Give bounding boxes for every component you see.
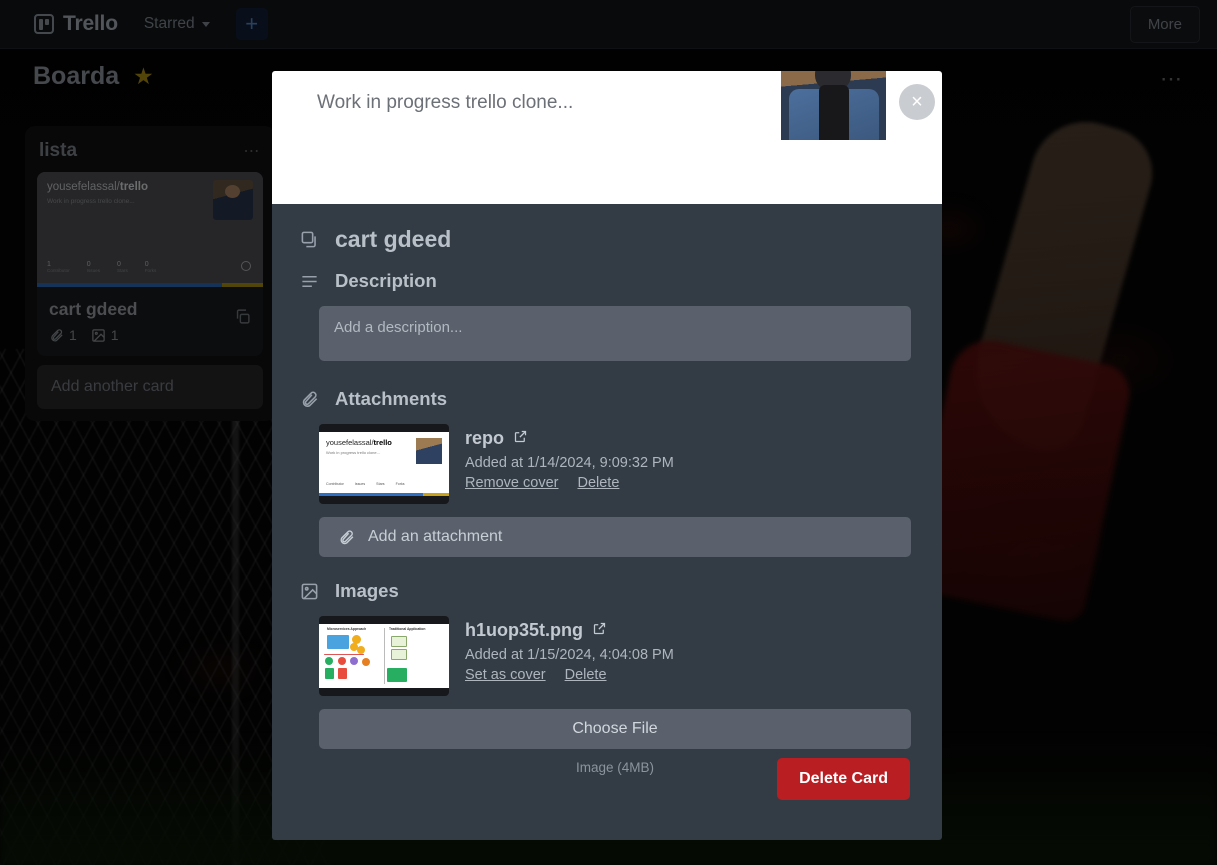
image-row: Microservices Approach Traditional Appli… (319, 616, 915, 696)
attachment-name: repo (465, 428, 505, 448)
photo-shirt (819, 85, 849, 140)
attachment-meta: repo Added at 1/14/2024, 9:09:32 PM Remo… (465, 424, 674, 504)
attachment-name-row: repo (465, 428, 674, 449)
add-attachment-label: Add an attachment (368, 528, 503, 545)
diagram-node (338, 657, 346, 665)
description-icon (299, 272, 319, 291)
mini-github-card: yousefelassal/trello Work in progress tr… (319, 432, 449, 496)
images-heading: Images (299, 580, 915, 602)
description-heading: Description (299, 270, 915, 292)
attachment-row: yousefelassal/trello Work in progress tr… (319, 424, 915, 504)
image-name-row: h1uop35t.png (465, 620, 674, 641)
add-attachment-button[interactable]: Add an attachment (319, 517, 911, 557)
remove-cover-link[interactable]: Remove cover (465, 475, 558, 491)
diagram-connector (324, 654, 364, 655)
mini-language-bar (319, 493, 449, 496)
modal-cover-banner: Work in progress trello clone... × (272, 71, 942, 204)
diagram-node (357, 646, 365, 654)
diagram-node (362, 658, 370, 666)
cover-caption: Work in progress trello clone... (317, 92, 574, 113)
diagram-db (325, 668, 334, 679)
card-detail-modal: Work in progress trello clone... × cart … (272, 71, 942, 840)
attachment-thumbnail[interactable]: yousefelassal/trello Work in progress tr… (319, 424, 449, 504)
image-added-date: Added at 1/15/2024, 4:04:08 PM (465, 647, 674, 663)
diagram-db (338, 668, 347, 679)
attachments-label: Attachments (335, 388, 448, 409)
trello-app: Trello Starred + More Boarda ★ ⋯ lista ⋯… (0, 0, 1217, 865)
mini-architecture-diagram: Microservices Approach Traditional Appli… (319, 624, 449, 688)
card-title-row: cart gdeed (299, 226, 915, 253)
external-link-icon[interactable] (513, 428, 528, 449)
cover-profile-photo (781, 71, 886, 140)
close-modal-button[interactable]: × (899, 84, 935, 120)
description-label: Description (335, 270, 437, 291)
mini-avatar (416, 438, 442, 464)
diagram-tier (391, 636, 407, 647)
diagram-divider (384, 628, 385, 684)
diagram-db (387, 668, 407, 682)
attachment-actions: Remove cover Delete (465, 475, 674, 491)
image-icon (299, 582, 319, 601)
image-actions: Set as cover Delete (465, 667, 674, 683)
delete-card-button[interactable]: Delete Card (777, 758, 910, 800)
set-as-cover-link[interactable]: Set as cover (465, 667, 546, 683)
diagram-node (325, 657, 333, 665)
diagram-right-title: Traditional Application (389, 627, 426, 631)
image-meta: h1uop35t.png Added at 1/15/2024, 4:04:08… (465, 616, 674, 696)
thumb-inner: Microservices Approach Traditional Appli… (319, 624, 449, 688)
diagram-left-title: Microservices Approach (327, 627, 367, 631)
thumb-inner: yousefelassal/trello Work in progress tr… (319, 432, 449, 496)
paperclip-icon (299, 390, 319, 409)
mini-stats: Contributor Issues Stars Forks (326, 482, 405, 486)
delete-attachment-link[interactable]: Delete (577, 475, 619, 491)
diagram-tier (391, 649, 407, 660)
paperclip-icon (336, 529, 356, 546)
diagram-box-blue (327, 635, 349, 649)
attachments-heading: Attachments (299, 388, 915, 410)
image-thumbnail[interactable]: Microservices Approach Traditional Appli… (319, 616, 449, 696)
modal-card-title: cart gdeed (335, 226, 452, 252)
image-name: h1uop35t.png (465, 620, 583, 640)
attachment-added-date: Added at 1/14/2024, 9:09:32 PM (465, 455, 674, 471)
modal-body: cart gdeed Description Attachments (272, 204, 942, 840)
choose-file-button[interactable]: Choose File (319, 709, 911, 749)
images-label: Images (335, 580, 399, 601)
delete-image-link[interactable]: Delete (565, 667, 607, 683)
external-link-icon[interactable] (592, 620, 607, 641)
card-icon (299, 230, 319, 249)
description-input[interactable] (319, 306, 911, 361)
diagram-node (350, 657, 358, 665)
